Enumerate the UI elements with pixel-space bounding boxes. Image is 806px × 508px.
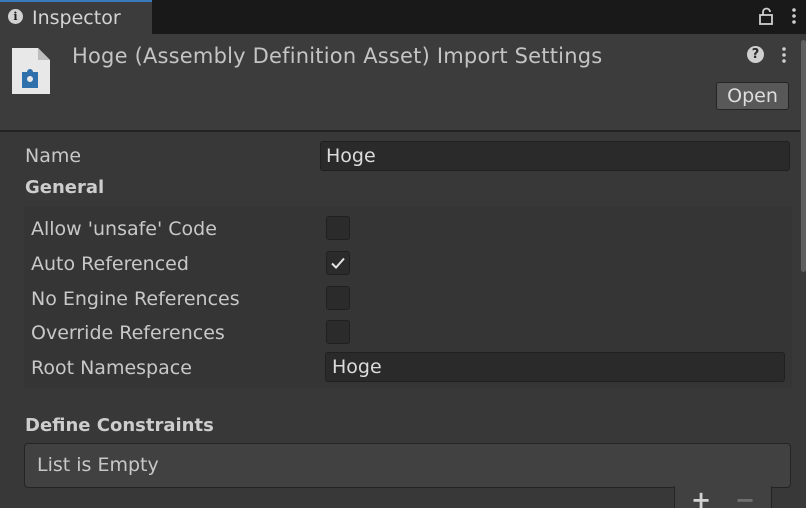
- kebab-menu-icon[interactable]: [790, 6, 798, 26]
- checkmark-icon: [331, 257, 345, 269]
- tab-inspector[interactable]: i Inspector: [0, 0, 152, 34]
- override-references-checkbox[interactable]: [326, 320, 350, 344]
- name-field[interactable]: Hoge: [320, 141, 790, 171]
- remove-button[interactable]: −: [732, 488, 758, 508]
- override-references-label: Override References: [31, 322, 225, 344]
- auto-referenced-label: Auto Referenced: [31, 253, 189, 275]
- add-button[interactable]: +: [688, 488, 714, 508]
- root-namespace-label: Root Namespace: [31, 357, 192, 379]
- tab-label: Inspector: [32, 7, 121, 29]
- inspector-window: i Inspector Hoge (Assembly Definition As…: [0, 0, 806, 508]
- allow-unsafe-checkbox[interactable]: [326, 216, 350, 240]
- open-button[interactable]: Open: [716, 82, 789, 110]
- tab-bar: i Inspector: [0, 0, 806, 34]
- inspector-header: Hoge (Assembly Definition Asset) Import …: [0, 34, 806, 132]
- no-engine-references-checkbox[interactable]: [326, 286, 350, 310]
- info-icon: i: [8, 9, 23, 24]
- lock-icon[interactable]: [757, 6, 775, 26]
- header-title: Hoge (Assembly Definition Asset) Import …: [72, 44, 603, 68]
- define-constraints-heading: Define Constraints: [25, 415, 214, 436]
- help-icon[interactable]: ?: [747, 46, 764, 63]
- assembly-definition-icon: [12, 48, 50, 94]
- kebab-menu-icon[interactable]: [780, 45, 788, 65]
- general-heading: General: [25, 177, 105, 198]
- define-constraints-list: List is Empty: [24, 443, 791, 488]
- auto-referenced-checkbox[interactable]: [326, 251, 350, 275]
- no-engine-references-label: No Engine References: [31, 288, 240, 310]
- scrollbar-thumb[interactable]: [801, 40, 806, 272]
- allow-unsafe-label: Allow 'unsafe' Code: [31, 218, 217, 240]
- name-label: Name: [25, 145, 82, 167]
- list-empty-text: List is Empty: [37, 454, 159, 476]
- root-namespace-field[interactable]: Hoge: [325, 352, 785, 382]
